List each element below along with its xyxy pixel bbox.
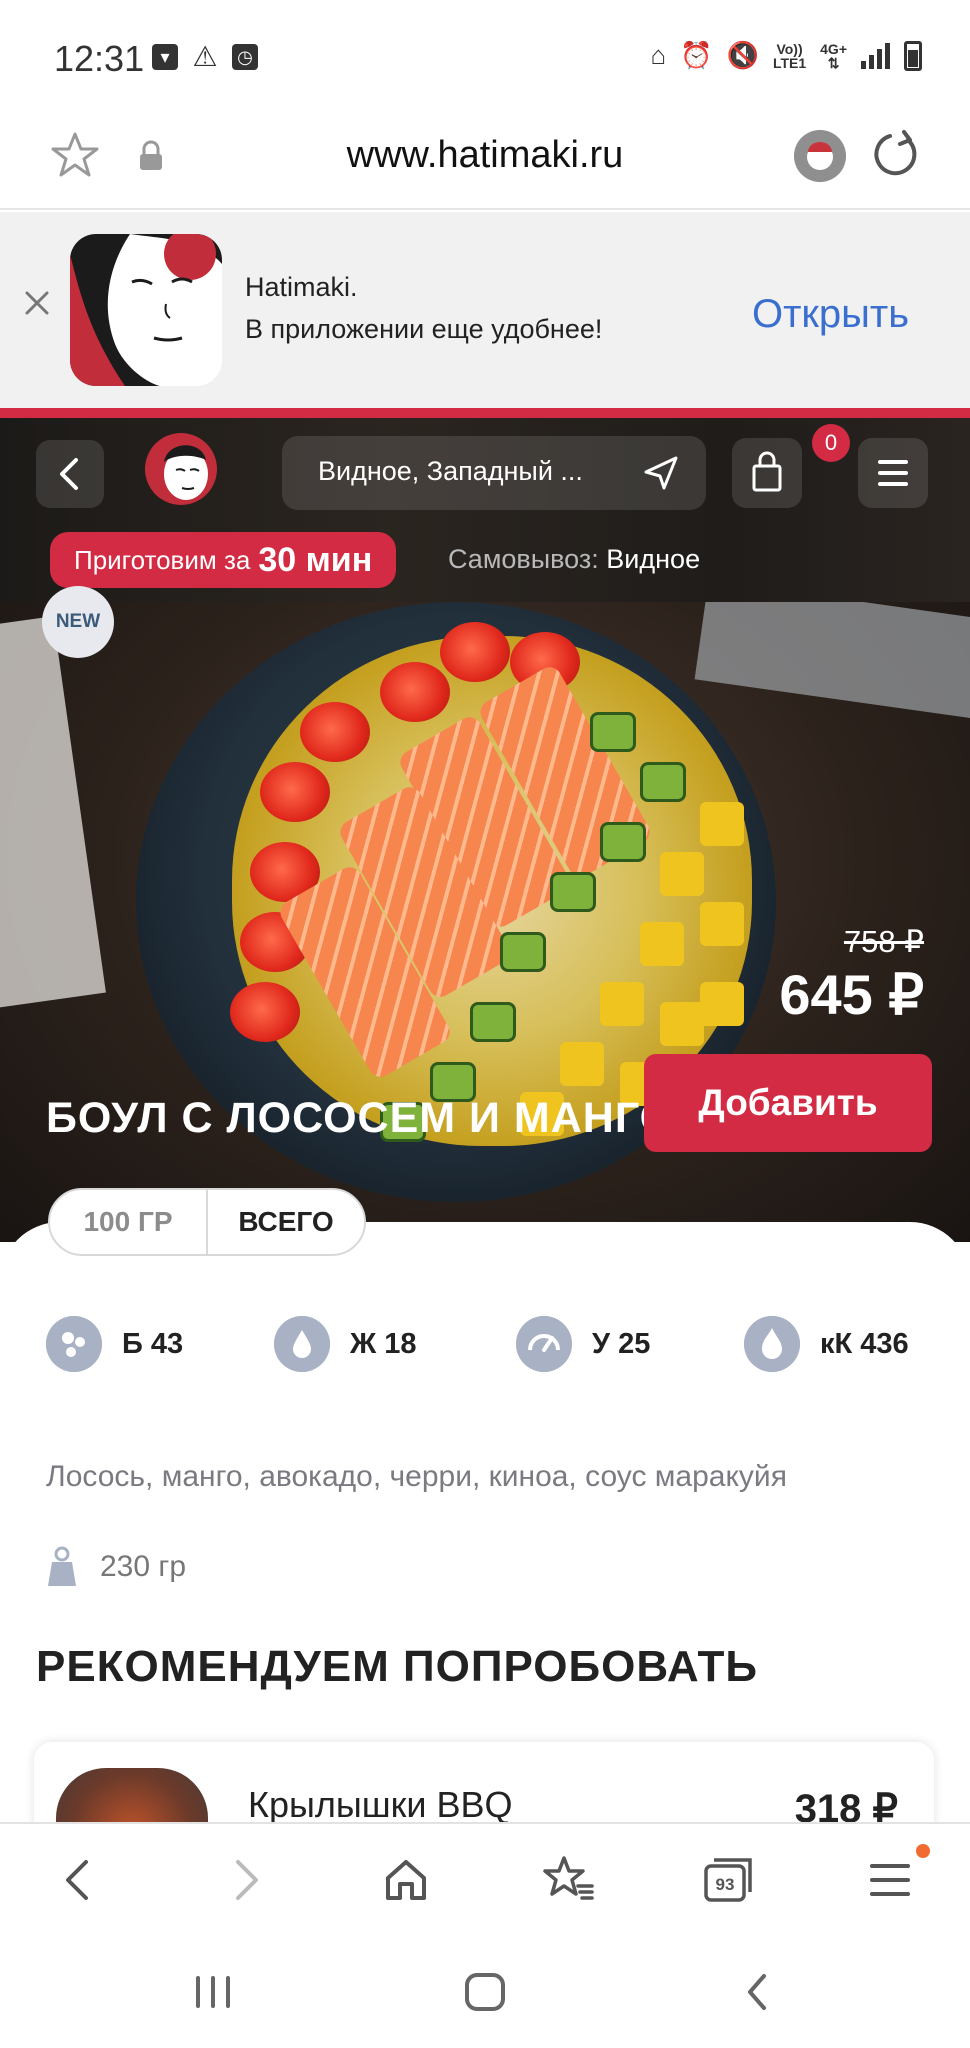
browser-toolbar: 93 <box>0 1822 970 1934</box>
browser-url-bar: www.hatimaki.ru <box>0 110 970 210</box>
toggle-100g[interactable]: 100 ГР <box>50 1190 208 1254</box>
ingredients-text: Лосось, манго, авокадо, черри, киноа, со… <box>46 1460 787 1493</box>
banner-title: Hatimaki. <box>245 272 358 302</box>
system-back-icon[interactable] <box>738 1972 778 2017</box>
delivery-address-button[interactable]: Видное, Западный ... <box>282 436 706 510</box>
pickup-info[interactable]: Самовывоз: Видное <box>448 544 700 575</box>
fat-drop-icon <box>274 1316 330 1372</box>
add-to-cart-button[interactable]: Добавить <box>644 1054 932 1152</box>
recommend-item-name: Крылышки BBQ <box>248 1784 513 1825</box>
recent-apps-icon[interactable] <box>188 1972 238 2017</box>
cooking-time-badge: Приготовим за 30 мин <box>50 532 397 588</box>
product-title: БОУЛ С ЛОСОСЕМ И МАНГО <box>46 1094 675 1142</box>
site-logo[interactable] <box>144 432 218 506</box>
open-app-button[interactable]: Открыть <box>752 292 909 337</box>
tabs-count: 93 <box>716 1875 735 1894</box>
weight-icon <box>46 1546 78 1588</box>
status-bar: 12:31 ▾ ⚠ ◷ ⌂ ⏰ 🔇 Vo)) LTE1 4G+ ⇅ <box>0 0 970 110</box>
signal-icon <box>861 42 890 69</box>
nutrition-fat: Ж 18 <box>274 1316 417 1372</box>
close-icon[interactable] <box>22 288 52 318</box>
recommend-title: РЕКОМЕНДУЕМ ПОПРОБОВАТЬ <box>36 1642 759 1691</box>
brand-divider <box>0 408 970 418</box>
shield-notification-icon: ▾ <box>152 44 178 70</box>
app-install-banner: Hatimaki. В приложении еще удобнее! Откр… <box>0 212 970 408</box>
nutrition-toggle: 100 ГР ВСЕГО <box>48 1188 366 1256</box>
data-type-indicator: 4G+ ⇅ <box>820 40 847 71</box>
warning-icon: ⚠ <box>192 41 218 72</box>
calories-flame-icon <box>744 1316 800 1372</box>
carbs-gauge-icon <box>516 1316 572 1372</box>
weight-info: 230 гр <box>46 1546 186 1588</box>
menu-notification-dot <box>916 1844 930 1858</box>
site-header: Видное, Западный ... 0 Приготовим за 30 … <box>0 418 970 602</box>
product-details-card <box>0 1222 970 1822</box>
home-icon[interactable] <box>376 1850 436 1910</box>
status-time: 12:31 <box>54 38 145 79</box>
bookmarks-icon[interactable] <box>538 1850 598 1910</box>
new-badge: NEW <box>42 586 114 658</box>
navigation-arrow-icon <box>642 454 680 492</box>
alarm-icon: ⏰ <box>680 40 713 70</box>
cart-button[interactable] <box>732 438 802 508</box>
protein-icon <box>46 1316 102 1372</box>
mute-icon: 🔇 <box>726 40 759 70</box>
nutrition-calories: кК 436 <box>744 1316 909 1372</box>
menu-button[interactable] <box>858 438 928 508</box>
back-button[interactable] <box>36 440 104 508</box>
old-price: 758 ₽ <box>843 924 924 959</box>
browser-back-icon[interactable] <box>50 1850 110 1910</box>
clock-notification-icon: ◷ <box>232 44 258 70</box>
site-avatar-icon[interactable] <box>794 130 846 182</box>
battery-saver-icon: ⌂ <box>650 40 667 70</box>
nutrition-carbs: У 25 <box>516 1316 650 1372</box>
nutrition-protein: Б 43 <box>46 1316 183 1372</box>
system-nav-bar <box>0 1934 970 2048</box>
system-home-icon[interactable] <box>462 1972 508 2017</box>
cart-count-badge: 0 <box>812 424 850 462</box>
delivery-address: Видное, Западный ... <box>318 456 583 486</box>
toggle-total[interactable]: ВСЕГО <box>208 1190 364 1254</box>
app-logo <box>70 234 222 386</box>
banner-subtitle: В приложении еще удобнее! <box>245 314 603 344</box>
product-price: 645 ₽ <box>779 963 924 1026</box>
browser-forward-icon[interactable] <box>214 1850 274 1910</box>
tabs-icon[interactable]: 93 <box>698 1850 758 1910</box>
battery-icon <box>904 40 922 71</box>
reload-icon[interactable] <box>868 128 922 182</box>
browser-menu-icon[interactable] <box>860 1850 920 1910</box>
volte-indicator: Vo)) LTE1 <box>772 40 807 71</box>
